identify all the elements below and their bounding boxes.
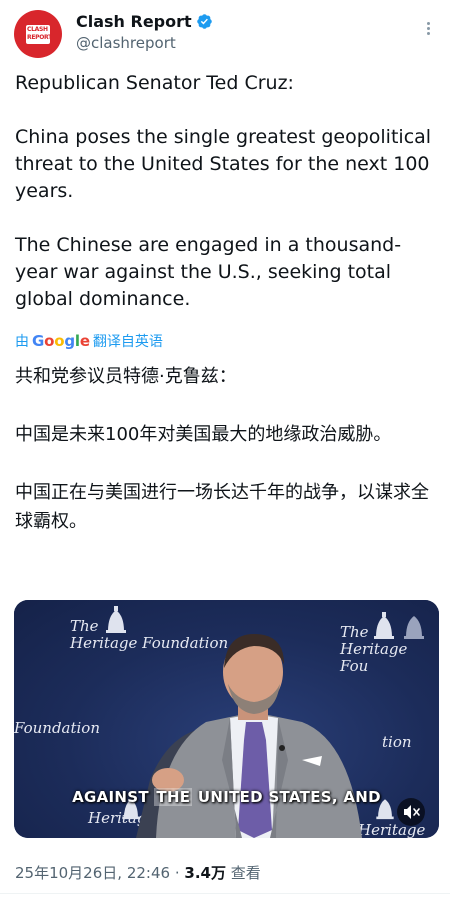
translated-text: 共和党参议员特德·克鲁兹： 中国是未来100年对美国最大的地缘政治威胁。 中国正… (15, 366, 429, 532)
tweet-date[interactable]: 25年10月26日 (15, 864, 117, 882)
mute-button[interactable] (397, 798, 425, 826)
divider (0, 893, 450, 894)
translation-prefix: 由 (15, 334, 29, 350)
brand-mid-left: Foundation (14, 719, 101, 737)
speaker-figure (136, 634, 362, 838)
avatar-logo-text-1: CLASH (27, 26, 48, 33)
video-caption: AGAINST THE UNITED STATES, AND (72, 788, 381, 806)
video-player[interactable]: The Heritage Foundation The Heritage Fou… (14, 600, 439, 838)
tweet-text: Republican Senator Ted Cruz: China poses… (15, 72, 432, 310)
views-label: 查看 (230, 864, 261, 882)
views-count: 3.4万 (184, 864, 226, 882)
tweet-header: CLASH REPORT Clash Report @clashreport (0, 0, 450, 66)
tweet-time[interactable]: 22:46 (127, 864, 170, 882)
tweet-meta: 25年10月26日, 22:46 · 3.4万 查看 (15, 864, 261, 882)
verified-badge-icon (196, 14, 212, 29)
avatar[interactable]: CLASH REPORT (14, 10, 62, 58)
avatar-logo-text-2: REPORT (27, 34, 52, 41)
handle[interactable]: @clashreport (76, 34, 176, 52)
brand-mid-right: tion (382, 733, 412, 751)
translation-suffix: 翻译自英语 (92, 334, 163, 350)
more-options-icon[interactable] (420, 20, 436, 40)
google-logo: Google (32, 332, 90, 350)
display-name[interactable]: Clash Report (76, 12, 192, 31)
translation-label[interactable]: 由 Google 翻译自英语 (15, 331, 163, 351)
meta-separator: · (174, 864, 180, 882)
name-row: Clash Report (76, 12, 213, 31)
speaker-muted-icon (404, 805, 420, 819)
